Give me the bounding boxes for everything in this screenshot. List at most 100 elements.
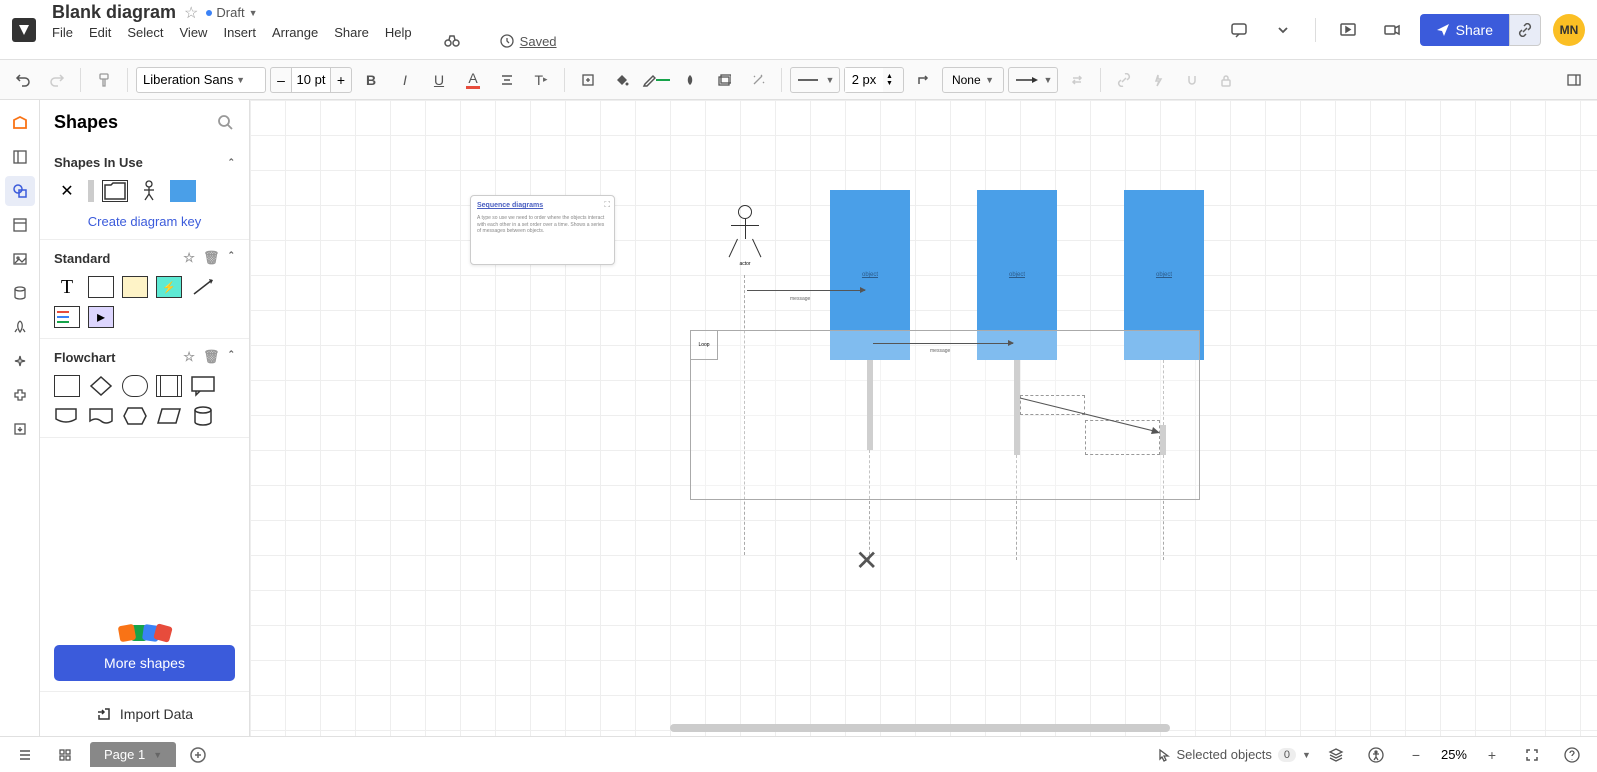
canvas[interactable]: Sequence diagrams A type so use we need …	[250, 100, 1597, 736]
shape-text[interactable]: T	[54, 276, 80, 298]
zoom-in-button[interactable]: +	[1477, 740, 1507, 770]
message-arrow-2[interactable]	[873, 343, 1013, 344]
action-button[interactable]	[1143, 65, 1173, 95]
rail-layout-icon[interactable]	[5, 142, 35, 172]
decrease-width-button[interactable]: ▼	[886, 80, 893, 87]
align-button[interactable]	[492, 65, 522, 95]
rail-image-icon[interactable]	[5, 244, 35, 274]
menu-file[interactable]: File	[52, 25, 73, 57]
message-arrow-1[interactable]	[747, 290, 865, 291]
list-view-icon[interactable]	[10, 740, 40, 770]
create-key-button[interactable]: Create diagram key	[54, 214, 235, 229]
shape-note[interactable]	[122, 276, 148, 298]
shape-rectangle[interactable]	[88, 276, 114, 298]
redo-button[interactable]	[42, 65, 72, 95]
saved-indicator[interactable]: Saved	[500, 25, 557, 57]
selected-objects-indicator[interactable]: Selected objects 0 ▼	[1157, 747, 1311, 762]
section-header-standard[interactable]: Standard ☆🗑⌃	[54, 250, 235, 266]
section-header-in-use[interactable]: Shapes In Use ⌃	[54, 155, 235, 170]
increase-size-button[interactable]: +	[331, 72, 351, 88]
import-data-button[interactable]: Import Data	[40, 691, 249, 736]
zoom-out-button[interactable]: −	[1401, 740, 1431, 770]
lock-button[interactable]	[1211, 65, 1241, 95]
fullscreen-icon[interactable]	[1517, 740, 1547, 770]
magic-button[interactable]	[743, 65, 773, 95]
menu-select[interactable]: Select	[127, 25, 163, 57]
draft-status-button[interactable]: Draft ▼	[206, 5, 257, 20]
accessibility-icon[interactable]	[1361, 740, 1391, 770]
menu-arrange[interactable]: Arrange	[272, 25, 318, 57]
share-button[interactable]: Share	[1420, 14, 1509, 46]
shape-block[interactable]	[170, 180, 196, 202]
undo-button[interactable]	[8, 65, 38, 95]
shape-actor-icon[interactable]	[136, 180, 162, 202]
opacity-button[interactable]	[675, 65, 705, 95]
pin-icon[interactable]: ☆	[183, 250, 195, 266]
section-header-flowchart[interactable]: Flowchart ☆🗑⌃	[54, 349, 235, 365]
app-logo[interactable]	[12, 18, 36, 42]
line-width-input[interactable]	[845, 68, 883, 92]
menu-view[interactable]: View	[180, 25, 208, 57]
container-button[interactable]	[573, 65, 603, 95]
share-link-button[interactable]	[1509, 14, 1541, 46]
user-avatar[interactable]: MN	[1553, 14, 1585, 46]
actor-shape[interactable]: actor	[730, 205, 760, 265]
border-color-button[interactable]	[641, 65, 671, 95]
menu-insert[interactable]: Insert	[223, 25, 256, 57]
text-color-button[interactable]: A	[458, 65, 488, 95]
more-shapes-button[interactable]: More shapes	[54, 645, 235, 681]
decrease-size-button[interactable]: –	[271, 72, 291, 88]
arrow-end-select[interactable]: ▼	[1008, 67, 1058, 93]
delete-icon[interactable]: 🗑	[203, 250, 220, 266]
shape-rect[interactable]	[54, 375, 80, 397]
shape-list[interactable]	[54, 306, 80, 328]
diagonal-message[interactable]	[1018, 396, 1163, 436]
italic-button[interactable]: I	[390, 65, 420, 95]
menu-share[interactable]: Share	[334, 25, 369, 57]
shape-activation-bar[interactable]	[88, 180, 94, 202]
shape-hexagon[interactable]	[122, 405, 148, 427]
present-icon[interactable]	[1332, 14, 1364, 46]
arrow-start-select[interactable]: None ▼	[942, 67, 1004, 93]
swap-arrow-button[interactable]	[1062, 65, 1092, 95]
bold-button[interactable]: B	[356, 65, 386, 95]
binoculars-icon[interactable]	[436, 25, 468, 57]
font-size-input[interactable]	[291, 68, 331, 92]
text-options-button[interactable]: T▸	[526, 65, 556, 95]
shape-hotspot[interactable]: ⚡	[156, 276, 182, 298]
search-icon[interactable]	[217, 114, 235, 132]
shape-line[interactable]	[190, 276, 216, 298]
chevron-down-icon[interactable]	[1267, 14, 1299, 46]
shape-folder[interactable]	[102, 180, 128, 202]
shape-document[interactable]	[88, 405, 114, 427]
expand-icon[interactable]: ⛶	[604, 200, 610, 210]
shape-action[interactable]: ▸	[88, 306, 114, 328]
magnet-button[interactable]	[1177, 65, 1207, 95]
line-corner-button[interactable]	[908, 65, 938, 95]
canvas-scrollbar[interactable]	[670, 724, 1170, 732]
page-tab[interactable]: Page 1 ▼	[90, 742, 176, 767]
menu-help[interactable]: Help	[385, 25, 412, 57]
document-title[interactable]: Blank diagram	[52, 2, 176, 23]
delete-icon[interactable]: 🗑	[203, 349, 220, 365]
note-card[interactable]: Sequence diagrams A type so use we need …	[470, 195, 615, 265]
rail-container-icon[interactable]	[5, 210, 35, 240]
destroy-x-icon[interactable]: ✕	[855, 544, 878, 577]
rail-export-icon[interactable]	[5, 414, 35, 444]
underline-button[interactable]: U	[424, 65, 454, 95]
rail-rocket-icon[interactable]	[5, 312, 35, 342]
layers-icon[interactable]	[1321, 740, 1351, 770]
rail-home-icon[interactable]	[5, 108, 35, 138]
shape-x-icon[interactable]: ✕	[54, 180, 80, 202]
favorite-star-icon[interactable]: ☆	[184, 3, 198, 23]
shape-terminator[interactable]	[122, 375, 148, 397]
format-painter-button[interactable]	[89, 65, 119, 95]
shape-display[interactable]	[54, 405, 80, 427]
grid-view-icon[interactable]	[50, 740, 80, 770]
shape-style-button[interactable]	[709, 65, 739, 95]
rail-shapes-icon[interactable]	[5, 176, 35, 206]
font-family-select[interactable]: Liberation Sans ▼	[136, 67, 266, 93]
shape-parallelogram[interactable]	[156, 405, 182, 427]
fill-color-button[interactable]	[607, 65, 637, 95]
shape-predefined[interactable]	[156, 375, 182, 397]
